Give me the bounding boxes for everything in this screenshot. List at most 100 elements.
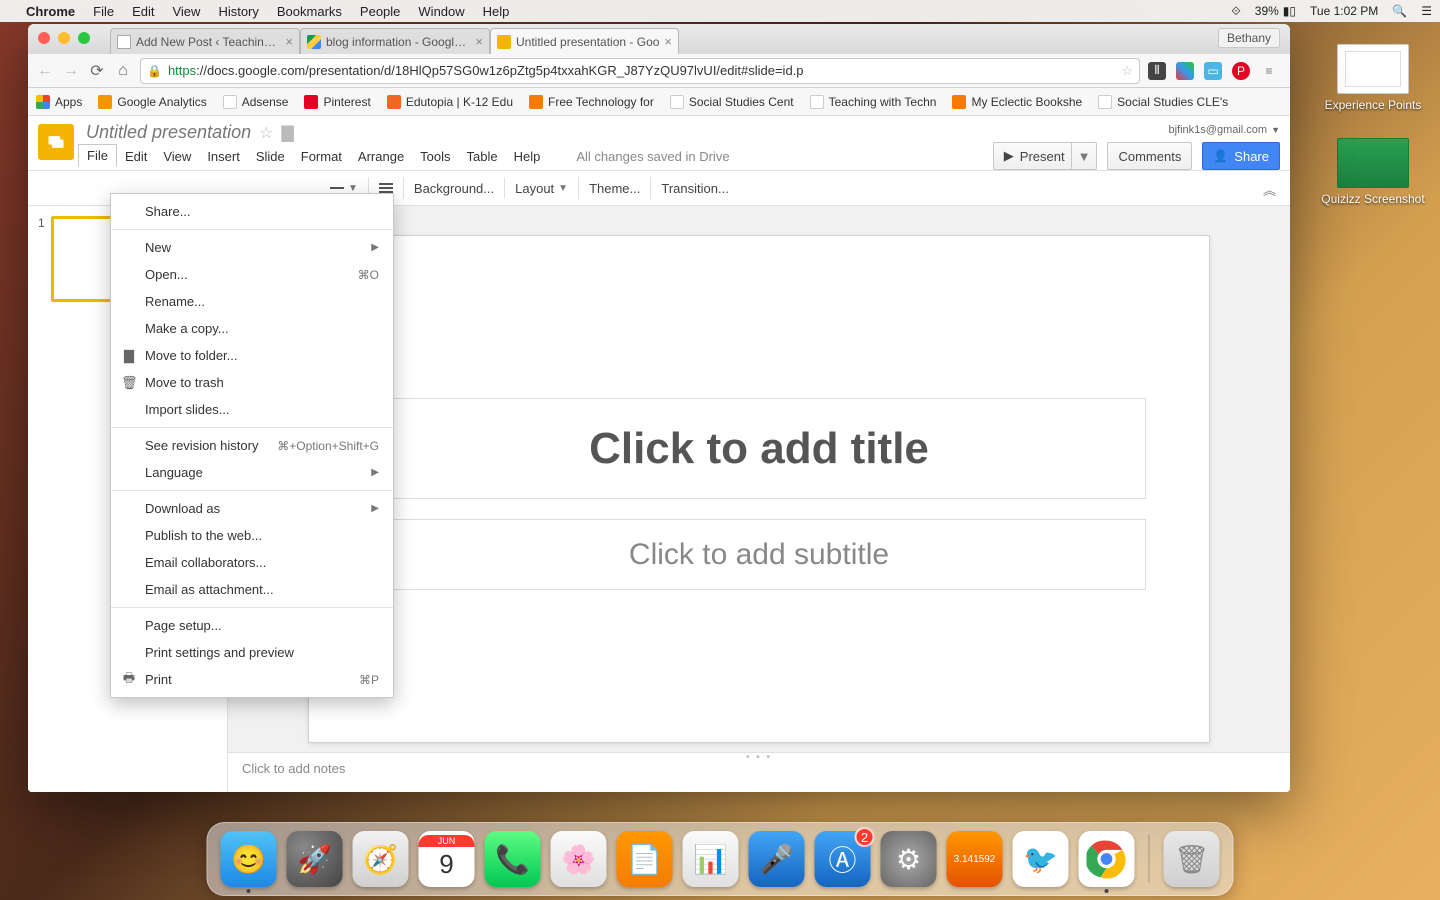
menu-view[interactable]: View (163, 149, 191, 164)
desktop-icon-quizizz[interactable]: Quizizz Screenshot (1321, 138, 1424, 206)
dock-keynote[interactable]: 🎤 (749, 831, 805, 887)
menu-item-move-to-trash[interactable]: 🗑Move to trash (111, 369, 393, 396)
dock-twitter[interactable]: 🐦 (1013, 831, 1069, 887)
browser-tab-active[interactable]: Untitled presentation - Goo × (490, 28, 679, 54)
menu-file[interactable]: File (78, 144, 117, 167)
dock-system-preferences[interactable]: ⚙ (881, 831, 937, 887)
mac-menu-help[interactable]: Help (483, 4, 510, 19)
window-close-button[interactable] (38, 32, 50, 44)
mac-menu-file[interactable]: File (93, 4, 114, 19)
dock-numbers[interactable]: 📊 (683, 831, 739, 887)
menu-item-rename[interactable]: Rename... (111, 288, 393, 315)
home-button[interactable]: ⌂ (114, 62, 132, 80)
window-maximize-button[interactable] (78, 32, 90, 44)
desktop-icon-experience-points[interactable]: Experience Points (1325, 44, 1422, 112)
bookmark-item[interactable]: Edutopia | K-12 Edu (387, 95, 513, 109)
slide-canvas[interactable]: Click to add title Click to add subtitle (309, 236, 1209, 742)
mac-menu-view[interactable]: View (172, 4, 200, 19)
forward-button[interactable]: → (62, 62, 80, 80)
collapse-toolbar-icon[interactable]: ︽ (1263, 180, 1276, 199)
bookmark-item[interactable]: Teaching with Techn (810, 95, 937, 109)
theme-button[interactable]: Theme... (579, 171, 650, 205)
menu-insert[interactable]: Insert (207, 149, 240, 164)
tab-close-icon[interactable]: × (475, 34, 483, 49)
battery-status[interactable]: 39%▮▯ (1255, 4, 1296, 18)
spotlight-icon[interactable]: 🔍 (1392, 4, 1407, 18)
title-placeholder[interactable]: Click to add title (372, 398, 1146, 499)
dock-appstore[interactable]: Ⓐ2 (815, 831, 871, 887)
menu-item-email-collaborators[interactable]: Email collaborators... (111, 549, 393, 576)
share-button[interactable]: 👤Share (1202, 142, 1280, 170)
transition-button[interactable]: Transition... (651, 171, 738, 205)
present-button[interactable]: ▶Present▼ (993, 142, 1098, 170)
menu-item-open[interactable]: Open...⌘O (111, 261, 393, 288)
dock-finder[interactable]: 😊 (221, 831, 277, 887)
reload-button[interactable]: ⟳ (88, 62, 106, 80)
bookmark-item[interactable]: Social Studies CLE's (1098, 95, 1228, 109)
menu-help[interactable]: Help (514, 149, 541, 164)
bookmark-item[interactable]: Adsense (223, 95, 289, 109)
menu-item-make-copy[interactable]: Make a copy... (111, 315, 393, 342)
menu-edit[interactable]: Edit (125, 149, 147, 164)
chrome-menu-icon[interactable]: ≡ (1260, 62, 1278, 80)
mac-menu-people[interactable]: People (360, 4, 400, 19)
dock-launchpad[interactable]: 🚀 (287, 831, 343, 887)
menu-item-print[interactable]: 🖶Print⌘P (111, 666, 393, 693)
menu-item-revision-history[interactable]: See revision history⌘+Option+Shift+G (111, 432, 393, 459)
subtitle-placeholder[interactable]: Click to add subtitle (372, 519, 1146, 590)
bookmark-item[interactable]: Pinterest (304, 95, 370, 109)
bookmark-item[interactable]: Free Technology for (529, 95, 654, 109)
menu-item-new[interactable]: New▶ (111, 234, 393, 261)
slides-logo-icon[interactable] (38, 124, 74, 160)
back-button[interactable]: ← (36, 62, 54, 80)
bookmark-apps[interactable]: Apps (36, 95, 82, 109)
menu-item-language[interactable]: Language▶ (111, 459, 393, 486)
mac-app-name[interactable]: Chrome (26, 4, 75, 19)
dock-calendar[interactable]: JUN9 (419, 831, 475, 887)
browser-tab[interactable]: blog information - Google D × (300, 28, 490, 54)
mac-menu-edit[interactable]: Edit (132, 4, 154, 19)
layout-button[interactable]: Layout▼ (505, 171, 578, 205)
browser-tab[interactable]: Add New Post ‹ Teaching w × (110, 28, 300, 54)
menu-format[interactable]: Format (301, 149, 342, 164)
user-email[interactable]: bjfink1s@gmail.com▼ (1168, 124, 1280, 136)
mac-menu-history[interactable]: History (218, 4, 258, 19)
menu-item-download-as[interactable]: Download as▶ (111, 495, 393, 522)
window-minimize-button[interactable] (58, 32, 70, 44)
menu-arrange[interactable]: Arrange (358, 149, 404, 164)
notification-center-icon[interactable]: ☰ (1421, 4, 1432, 18)
dock-photos[interactable]: 🌸 (551, 831, 607, 887)
tab-close-icon[interactable]: × (285, 34, 293, 49)
menu-item-email-attachment[interactable]: Email as attachment... (111, 576, 393, 603)
extension-icon[interactable]: ⦀ (1148, 62, 1166, 80)
dock-calculator[interactable]: 3.141592 (947, 831, 1003, 887)
extension-icon[interactable]: ▭ (1204, 62, 1222, 80)
folder-icon[interactable]: ▇ (281, 123, 293, 143)
chevron-down-icon[interactable]: ▼ (1071, 143, 1097, 169)
menu-item-share[interactable]: Share... (111, 198, 393, 225)
menu-item-move-to-folder[interactable]: ▇Move to folder... (111, 342, 393, 369)
menu-item-print-settings[interactable]: Print settings and preview (111, 639, 393, 666)
pinterest-extension-icon[interactable]: P (1232, 62, 1250, 80)
document-title[interactable]: Untitled presentation (86, 122, 251, 143)
menu-table[interactable]: Table (467, 149, 498, 164)
dock-safari[interactable]: 🧭 (353, 831, 409, 887)
tab-close-icon[interactable]: × (664, 34, 672, 49)
mac-menu-window[interactable]: Window (418, 4, 464, 19)
chrome-profile-button[interactable]: Bethany (1218, 28, 1280, 48)
resize-handle-icon[interactable]: • • • (746, 752, 772, 763)
background-button[interactable]: Background... (404, 171, 504, 205)
menu-item-import-slides[interactable]: Import slides... (111, 396, 393, 423)
menu-item-page-setup[interactable]: Page setup... (111, 612, 393, 639)
mac-menu-bookmarks[interactable]: Bookmarks (277, 4, 342, 19)
menu-tools[interactable]: Tools (420, 149, 450, 164)
comments-button[interactable]: Comments (1107, 142, 1192, 170)
dock-facetime[interactable]: 📞 (485, 831, 541, 887)
extension-icon[interactable] (1176, 62, 1194, 80)
menu-item-publish-web[interactable]: Publish to the web... (111, 522, 393, 549)
star-icon[interactable]: ☆ (259, 123, 273, 143)
dropbox-icon[interactable]: ⟐ (1231, 4, 1240, 19)
bookmark-item[interactable]: Social Studies Cent (670, 95, 794, 109)
speaker-notes[interactable]: • • • Click to add notes (228, 752, 1290, 792)
dock-chrome[interactable] (1079, 831, 1135, 887)
